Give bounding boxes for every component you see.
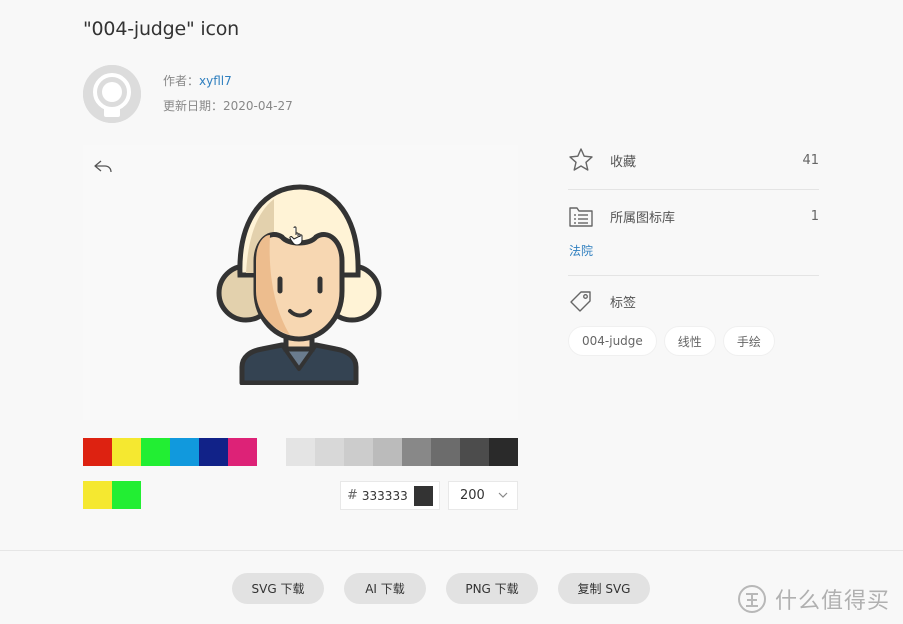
hex-value[interactable]: 333333 <box>362 489 414 503</box>
tag-icon <box>570 291 591 312</box>
library-label: 所属图标库 <box>610 210 676 226</box>
tag-list: 004-judge 线性 手绘 <box>568 326 782 356</box>
watermark: 什么值得买 <box>737 583 890 615</box>
star-icon <box>569 148 593 171</box>
library-link[interactable]: 法院 <box>569 242 593 259</box>
color-preview-swatch[interactable] <box>413 485 433 506</box>
zhi-logo-icon <box>738 585 766 613</box>
page-title: "004-judge" icon <box>83 18 239 40</box>
watermark-text: 什么值得买 <box>775 589 891 614</box>
color-swatch[interactable] <box>431 438 460 466</box>
color-swatch[interactable] <box>83 438 112 466</box>
favorites-row[interactable]: 收藏 41 <box>568 145 819 175</box>
footer-divider <box>0 550 903 551</box>
favorites-count: 41 <box>802 152 819 168</box>
color-swatch[interactable] <box>489 438 518 466</box>
hand-cursor-icon <box>289 226 303 246</box>
tag-chip[interactable]: 手绘 <box>722 326 775 356</box>
color-swatch[interactable] <box>228 438 257 466</box>
png-download-button[interactable]: PNG 下载 <box>446 573 538 604</box>
tag-chip[interactable]: 线性 <box>663 326 716 356</box>
size-select[interactable]: 200 <box>448 481 518 510</box>
folder-list-icon <box>569 207 593 227</box>
divider <box>568 189 819 190</box>
color-swatch[interactable] <box>460 438 489 466</box>
color-swatch[interactable] <box>112 438 141 466</box>
color-swatch[interactable] <box>141 438 170 466</box>
color-swatch[interactable] <box>315 438 344 466</box>
library-count: 1 <box>810 208 819 224</box>
svg-download-button[interactable]: SVG 下载 <box>232 573 324 604</box>
color-swatch[interactable] <box>402 438 431 466</box>
date-meta: 更新日期：2020-04-27 <box>163 97 293 114</box>
hex-color-input[interactable]: # 333333 <box>340 481 440 510</box>
ai-download-button[interactable]: AI 下载 <box>344 573 426 604</box>
judge-icon <box>216 184 382 385</box>
copy-svg-button[interactable]: 复制 SVG <box>558 573 650 604</box>
color-swatch[interactable] <box>199 438 228 466</box>
color-swatch[interactable] <box>286 438 315 466</box>
selected-colors <box>83 481 141 509</box>
color-swatch[interactable] <box>112 481 141 509</box>
color-swatch[interactable] <box>373 438 402 466</box>
avatar <box>83 65 141 123</box>
avatar-placeholder-icon <box>83 65 141 123</box>
date-label: 更新日期： <box>163 99 224 113</box>
library-row: 所属图标库 1 <box>568 201 819 231</box>
chevron-down-icon <box>498 492 508 498</box>
color-swatch[interactable] <box>170 438 199 466</box>
tags-row: 标签 <box>568 286 819 316</box>
size-value: 200 <box>460 488 485 503</box>
undo-icon[interactable] <box>93 158 113 176</box>
author-link[interactable]: xyfll7 <box>199 74 232 88</box>
author-label: 作者： <box>163 74 200 88</box>
hash-label: # <box>347 488 358 503</box>
gray-palette <box>286 438 518 466</box>
color-swatch[interactable] <box>83 481 112 509</box>
date-value: 2020-04-27 <box>223 99 293 113</box>
color-swatch[interactable] <box>344 438 373 466</box>
primary-palette <box>83 438 257 466</box>
tag-chip[interactable]: 004-judge <box>568 326 657 356</box>
divider <box>568 275 819 276</box>
author-meta: 作者：xyfll7 <box>163 72 232 89</box>
favorites-label: 收藏 <box>610 154 637 170</box>
tags-label: 标签 <box>610 295 637 311</box>
